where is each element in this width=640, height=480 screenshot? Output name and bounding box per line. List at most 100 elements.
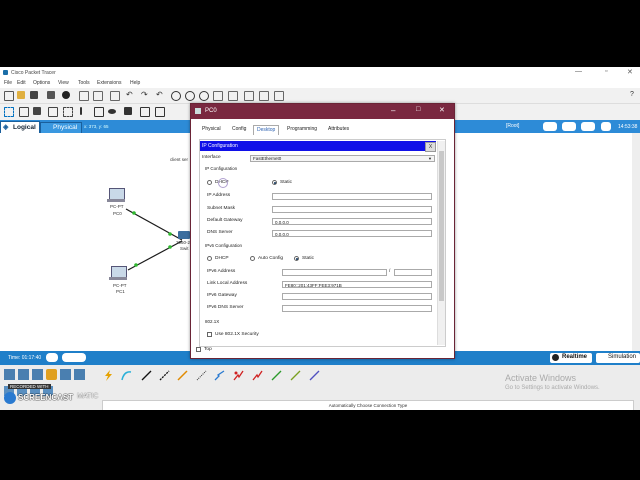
desktop-panel: IP Configuration X Interface FastEtherne… — [199, 139, 446, 347]
redo-icon[interactable]: ↷ — [141, 91, 149, 99]
paste-icon[interactable] — [93, 91, 103, 101]
switch-icon[interactable] — [178, 231, 190, 239]
undo-2-icon[interactable]: ↶ — [156, 91, 164, 99]
tab-attributes[interactable]: Attributes — [328, 125, 349, 134]
multiuser-icon[interactable] — [74, 369, 85, 380]
clipboard-icon[interactable] — [110, 91, 120, 101]
scrollbar-thumb[interactable] — [439, 151, 444, 301]
link-local-input[interactable]: FE80::201:43FF:FEE3:971B — [282, 281, 432, 288]
misc-icon[interactable] — [60, 369, 71, 380]
power-cycle-button[interactable] — [46, 353, 58, 362]
dialog-close-icon[interactable]: ✕ — [439, 106, 445, 114]
coaxial-icon[interactable] — [213, 369, 226, 382]
copy-icon[interactable] — [79, 91, 89, 101]
nav-button-1[interactable] — [543, 122, 557, 131]
draw-line-icon[interactable] — [80, 107, 82, 115]
serial-dte-icon[interactable] — [251, 369, 264, 382]
ipv6-prefix-input[interactable] — [394, 269, 432, 276]
menu-file[interactable]: File — [4, 80, 12, 86]
menu-extensions[interactable]: Extensions — [97, 80, 121, 86]
iot-custom-cable-icon[interactable] — [289, 369, 302, 382]
zoom-out-icon[interactable] — [199, 91, 209, 101]
viewport-icon[interactable] — [274, 91, 284, 101]
use-8021x-checkbox[interactable] — [207, 332, 212, 337]
octal-cable-icon[interactable] — [270, 369, 283, 382]
select-icon[interactable] — [4, 107, 14, 117]
menu-view[interactable]: View — [58, 80, 69, 86]
zoom-in-icon[interactable] — [171, 91, 181, 101]
undo-icon[interactable]: ↶ — [126, 91, 134, 99]
phone-cable-icon[interactable] — [195, 369, 208, 382]
place-note-icon[interactable] — [63, 107, 73, 117]
automatic-connection-icon[interactable] — [102, 369, 115, 382]
delete-icon[interactable] — [33, 107, 41, 115]
ip-config-close-button[interactable]: X — [425, 142, 436, 152]
menu-options[interactable]: Options — [33, 80, 50, 86]
components-icon[interactable] — [32, 369, 43, 380]
close-icon[interactable]: ✕ — [627, 68, 633, 76]
pdu-list-icon[interactable] — [244, 91, 254, 101]
ipv6-static-radio[interactable] — [294, 256, 299, 261]
fast-forward-button[interactable] — [62, 353, 86, 362]
static-radio[interactable] — [272, 180, 277, 185]
draw-ellipse-icon[interactable] — [108, 109, 116, 114]
tab-desktop[interactable]: Desktop — [253, 125, 280, 135]
minimize-icon[interactable]: — — [575, 68, 582, 75]
simulation-mode[interactable]: Simulation — [596, 353, 640, 363]
serial-dce-icon[interactable] — [232, 369, 245, 382]
interface-select[interactable]: FastEthernet0 ▼ — [250, 155, 435, 162]
subnet-mask-input[interactable] — [272, 206, 432, 213]
ipv6-auto-config-radio[interactable] — [250, 256, 255, 261]
print-icon[interactable] — [47, 91, 55, 99]
realtime-mode[interactable]: Realtime — [550, 353, 592, 363]
fiber-icon[interactable] — [176, 369, 189, 382]
ipv6-address-input[interactable] — [282, 269, 387, 276]
nav-button-2[interactable] — [562, 122, 576, 131]
console-cable-icon[interactable] — [120, 369, 133, 382]
ipv6-dns-input[interactable] — [282, 305, 432, 312]
dhcp-radio[interactable] — [207, 180, 212, 185]
dns-server-input[interactable]: 0.0.0.0 — [272, 230, 432, 237]
connections-icon[interactable] — [46, 369, 57, 380]
menu-tools[interactable]: Tools — [78, 80, 90, 86]
ip-config-scrollbar[interactable] — [437, 141, 445, 345]
add-complex-pdu-icon[interactable] — [155, 107, 165, 117]
copper-straight-icon[interactable] — [140, 369, 153, 382]
resize-icon[interactable] — [48, 107, 58, 117]
activity-wizard-icon[interactable] — [62, 91, 70, 99]
ipv6-gateway-input[interactable] — [282, 293, 432, 300]
palette-icon[interactable] — [213, 91, 223, 101]
dialog-minimize-icon[interactable]: – — [391, 106, 395, 115]
default-gateway-input[interactable]: 0.0.0.0 — [272, 218, 432, 225]
nav-button-3[interactable] — [581, 122, 595, 131]
help-icon[interactable]: ? — [630, 91, 634, 98]
open-folder-icon[interactable] — [17, 91, 25, 99]
note-icon[interactable] — [259, 91, 269, 101]
menu-help[interactable]: Help — [130, 80, 140, 86]
end-devices-icon[interactable] — [18, 369, 29, 380]
dialog-maximize-icon[interactable]: □ — [416, 106, 420, 113]
zoom-reset-icon[interactable] — [185, 91, 195, 101]
usb-cable-icon[interactable] — [308, 369, 321, 382]
top-checkbox[interactable] — [196, 347, 201, 352]
ipv6-auto-config-label: Auto Config — [258, 256, 284, 261]
freeform-icon[interactable] — [124, 107, 132, 115]
ipv6-dhcp-radio[interactable] — [207, 256, 212, 261]
custom-device-icon[interactable] — [228, 91, 238, 101]
workspace-scrollbar[interactable] — [632, 133, 640, 351]
maximize-icon[interactable]: ▫ — [605, 68, 607, 75]
tab-config[interactable]: Config — [232, 125, 246, 134]
tab-programming[interactable]: Programming — [287, 125, 317, 134]
inspect-icon[interactable] — [19, 107, 29, 117]
save-icon[interactable] — [30, 91, 38, 99]
ipv6-prefix-separator: / — [389, 269, 391, 274]
ip-address-input[interactable] — [272, 193, 432, 200]
menu-edit[interactable]: Edit — [17, 80, 26, 86]
draw-rectangle-icon[interactable] — [94, 107, 104, 117]
copper-cross-icon[interactable] — [158, 369, 171, 382]
ipv6-dhcp-label: DHCP — [215, 256, 229, 261]
new-file-icon[interactable] — [4, 91, 14, 101]
add-simple-pdu-icon[interactable] — [140, 107, 150, 117]
network-devices-icon[interactable] — [4, 369, 15, 380]
tab-physical-device[interactable]: Physical — [202, 125, 221, 134]
